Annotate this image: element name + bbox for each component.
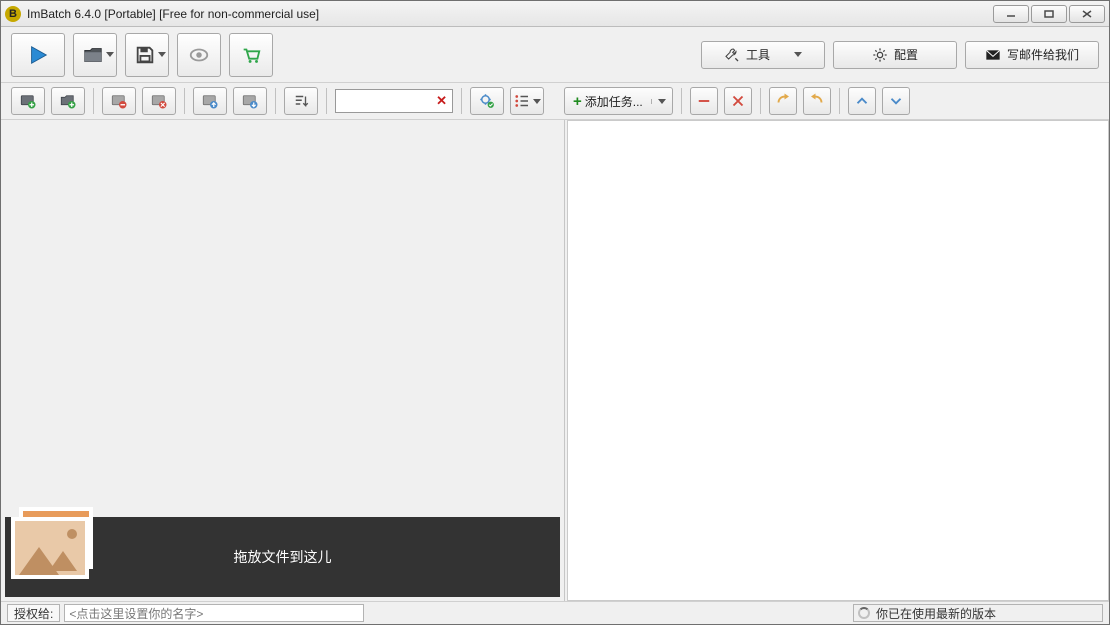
image-add-icon — [19, 92, 37, 110]
license-name-field[interactable]: <点击这里设置你的名字> — [64, 604, 364, 622]
move-up-button[interactable] — [193, 87, 227, 115]
minimize-button[interactable] — [993, 5, 1029, 23]
add-task-button[interactable]: + 添加任务... — [564, 87, 673, 115]
close-icon — [1081, 9, 1093, 19]
chevron-down-icon — [794, 52, 802, 57]
spinner-icon — [858, 607, 870, 619]
redo-icon — [808, 92, 826, 110]
statusbar: 授权给: <点击这里设置你的名字> 你已在使用最新的版本 — [1, 602, 1109, 624]
image-clear-icon — [150, 92, 168, 110]
save-button[interactable] — [125, 33, 169, 77]
close-button[interactable] — [1069, 5, 1105, 23]
redo-button[interactable] — [803, 87, 831, 115]
config-label: 配置 — [894, 46, 918, 63]
image-remove-icon — [110, 92, 128, 110]
window-title: ImBatch 6.4.0 [Portable] [Free for non-c… — [27, 7, 987, 21]
open-button[interactable] — [73, 33, 117, 77]
clear-tasks-button[interactable] — [724, 87, 752, 115]
main-toolbar: 工具 配置 写邮件给我们 — [1, 27, 1109, 83]
run-button[interactable] — [11, 33, 65, 77]
folder-open-icon — [82, 44, 104, 66]
chevron-up-icon — [853, 92, 871, 110]
add-folder-button[interactable] — [51, 87, 85, 115]
remove-image-button[interactable] — [102, 87, 136, 115]
add-task-label: 添加任务... — [585, 93, 643, 110]
update-status-pane: 你已在使用最新的版本 — [853, 604, 1103, 622]
chevron-down-icon — [106, 52, 114, 57]
search-input[interactable] — [339, 94, 434, 108]
app-window: B ImBatch 6.4.0 [Portable] [Free for non… — [0, 0, 1110, 625]
gear-icon — [872, 47, 888, 63]
tools-label: 工具 — [746, 46, 770, 63]
task-down-button[interactable] — [882, 87, 910, 115]
content-area: 拖放文件到这儿 — [1, 119, 1109, 602]
filter-button[interactable] — [470, 87, 504, 115]
list-icon — [513, 92, 531, 110]
mail-button[interactable]: 写邮件给我们 — [965, 41, 1099, 69]
drop-image-icon — [3, 503, 93, 583]
task-up-button[interactable] — [848, 87, 876, 115]
clear-search-icon[interactable]: ✕ — [434, 93, 449, 109]
maximize-icon — [1043, 9, 1055, 19]
drop-hint-text: 拖放文件到这儿 — [234, 547, 332, 567]
clear-images-button[interactable] — [142, 87, 176, 115]
remove-task-button[interactable] — [690, 87, 718, 115]
cart-icon — [240, 44, 262, 66]
plus-icon: + — [573, 93, 582, 110]
add-image-button[interactable] — [11, 87, 45, 115]
task-list-pane[interactable] — [567, 120, 1109, 601]
minus-icon — [695, 92, 713, 110]
move-down-button[interactable] — [233, 87, 267, 115]
preview-button[interactable] — [177, 33, 221, 77]
mail-icon — [985, 48, 1001, 62]
shop-button[interactable] — [229, 33, 273, 77]
x-icon — [729, 92, 747, 110]
folder-add-icon — [59, 92, 77, 110]
secondary-toolbar: ✕ + 添加任务... — [1, 83, 1109, 119]
maximize-button[interactable] — [1031, 5, 1067, 23]
drop-banner[interactable]: 拖放文件到这儿 — [5, 517, 560, 597]
search-box[interactable]: ✕ — [335, 89, 453, 113]
image-down-icon — [241, 92, 259, 110]
chevron-down-icon — [533, 99, 541, 104]
undo-icon — [774, 92, 792, 110]
tools-button[interactable]: 工具 — [701, 41, 825, 69]
config-button[interactable]: 配置 — [833, 41, 957, 69]
app-icon: B — [5, 6, 21, 22]
tools-icon — [724, 47, 740, 63]
chevron-down-icon — [158, 52, 166, 57]
save-icon — [134, 44, 156, 66]
list-view-button[interactable] — [510, 87, 544, 115]
eye-icon — [188, 44, 210, 66]
sort-button[interactable] — [284, 87, 318, 115]
play-icon — [27, 44, 49, 66]
sort-icon — [292, 92, 310, 110]
add-task-dropdown[interactable] — [651, 99, 672, 104]
update-status-text: 你已在使用最新的版本 — [876, 605, 996, 622]
license-placeholder: <点击这里设置你的名字> — [69, 605, 203, 622]
image-up-icon — [201, 92, 219, 110]
undo-button[interactable] — [769, 87, 797, 115]
license-label: 授权给: — [7, 604, 60, 622]
chevron-down-icon — [658, 99, 666, 104]
file-list-pane[interactable]: 拖放文件到这儿 — [1, 120, 565, 601]
minimize-icon — [1005, 9, 1017, 19]
chevron-down-icon — [887, 92, 905, 110]
filter-gear-icon — [478, 92, 496, 110]
titlebar: B ImBatch 6.4.0 [Portable] [Free for non… — [1, 1, 1109, 27]
mail-label: 写邮件给我们 — [1007, 46, 1079, 63]
